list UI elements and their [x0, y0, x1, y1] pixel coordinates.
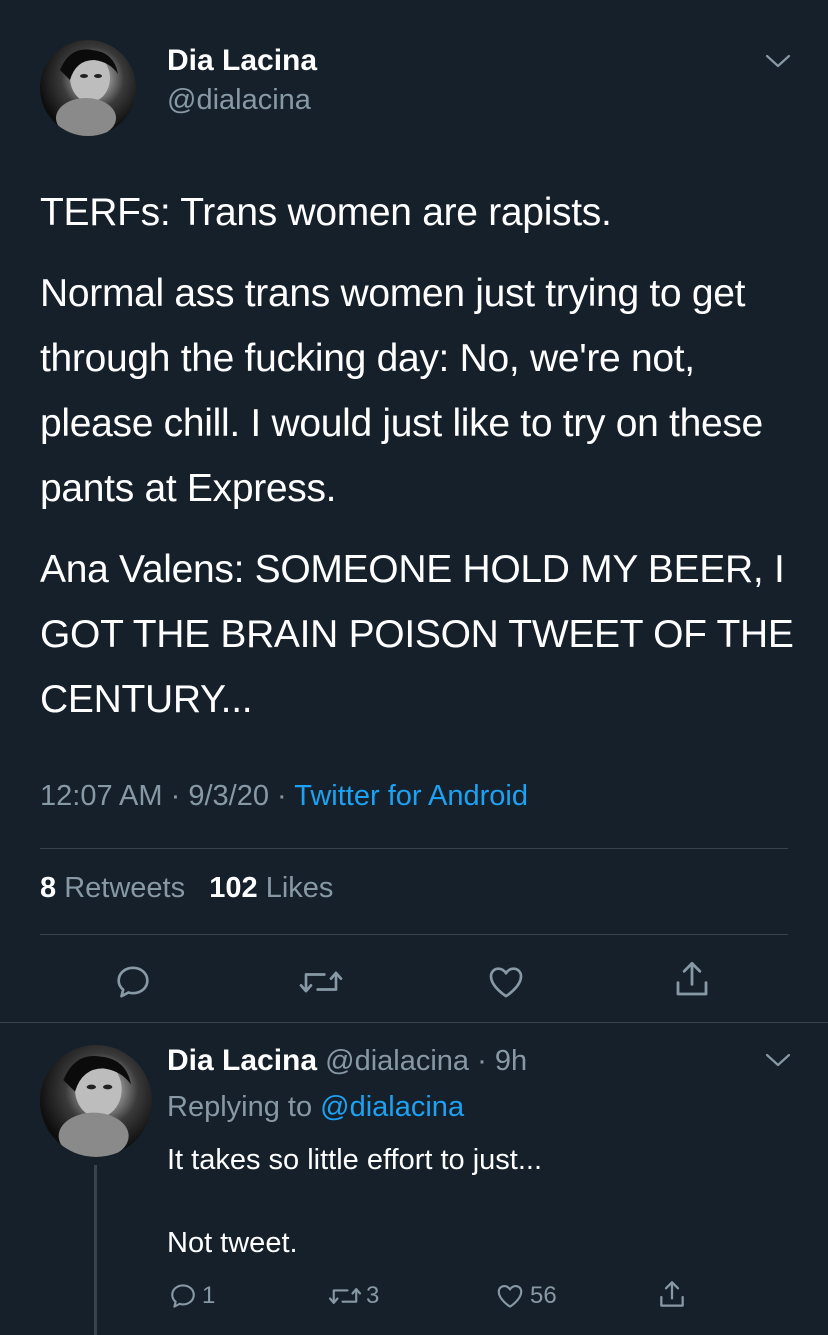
- replying-to: Replying to @dialacina: [167, 1091, 464, 1124]
- author-avatar[interactable]: [40, 40, 136, 136]
- tweet-paragraph: TERFs: Trans women are rapists.: [40, 191, 612, 234]
- author-name[interactable]: Dia Lacina: [167, 44, 317, 78]
- retweets-count: 8: [40, 872, 57, 904]
- reply-header: Dia Lacina @dialacina · 9h: [167, 1044, 527, 1078]
- like-count: 56: [530, 1282, 557, 1309]
- retweet-button[interactable]: [299, 962, 343, 1002]
- divider: [40, 934, 788, 935]
- reply-author-handle[interactable]: @dialacina: [325, 1045, 469, 1077]
- share-icon: [660, 1281, 684, 1307]
- share-icon: [676, 961, 708, 996]
- tweet-stats: 8 Retweets 102 Likes: [40, 872, 333, 905]
- reply-author-name[interactable]: Dia Lacina: [167, 1044, 317, 1077]
- reply-text-line: It takes so little effort to just...: [167, 1144, 543, 1176]
- reply-button[interactable]: [113, 962, 153, 1002]
- reply-button[interactable]: 1: [168, 1281, 215, 1311]
- tweet-time: 12:07 AM: [40, 780, 163, 812]
- retweets-stat[interactable]: 8 Retweets: [40, 872, 185, 904]
- tweet-paragraph: Normal ass trans women just trying to ge…: [40, 272, 763, 510]
- likes-stat[interactable]: 102 Likes: [209, 872, 333, 904]
- thread-line: [94, 1165, 97, 1335]
- tweet-paragraph: Ana Valens: SOMEONE HOLD MY BEER, I GOT …: [40, 548, 794, 721]
- share-button[interactable]: [656, 1278, 688, 1312]
- retweets-label: Retweets: [64, 872, 186, 904]
- reply-icon: [171, 1284, 195, 1308]
- retweet-icon: [328, 1288, 362, 1304]
- divider: [0, 1022, 828, 1023]
- tweet-date: 9/3/20: [188, 780, 269, 812]
- like-button[interactable]: [485, 962, 527, 1002]
- tweet-detail-page: Dia Lacina @dialacina TERFs: Trans women…: [0, 0, 828, 1335]
- divider: [40, 848, 788, 849]
- retweet-icon: [299, 971, 343, 993]
- reply-age: 9h: [494, 1045, 528, 1077]
- like-icon: [497, 1284, 523, 1308]
- likes-label: Likes: [265, 872, 334, 904]
- reply-text-line: Not tweet.: [167, 1227, 298, 1259]
- retweet-count: 3: [366, 1282, 380, 1309]
- meta-separator: ·: [469, 1045, 495, 1077]
- meta-separator: ·: [277, 780, 287, 812]
- tweet-source-link[interactable]: Twitter for Android: [294, 780, 528, 812]
- author-handle[interactable]: @dialacina: [167, 84, 311, 117]
- reply-count: 1: [202, 1282, 216, 1309]
- likes-count: 102: [209, 872, 258, 904]
- replying-to-label: Replying to: [167, 1091, 313, 1123]
- reply-icon: [117, 966, 149, 998]
- chevron-down-icon[interactable]: [765, 53, 791, 69]
- tweet-timestamp: 12:07 AM · 9/3/20 · Twitter for Android: [40, 780, 528, 813]
- retweet-button[interactable]: 3: [328, 1281, 379, 1311]
- share-button[interactable]: [671, 958, 713, 1002]
- tweet-body: TERFs: Trans women are rapists. Normal a…: [40, 180, 800, 732]
- reply-author-avatar[interactable]: [40, 1045, 152, 1157]
- like-icon: [489, 967, 523, 998]
- chevron-down-icon[interactable]: [765, 1052, 791, 1068]
- meta-separator: ·: [170, 780, 181, 812]
- replying-to-handle[interactable]: @dialacina: [320, 1091, 464, 1123]
- like-button[interactable]: 56: [494, 1281, 557, 1311]
